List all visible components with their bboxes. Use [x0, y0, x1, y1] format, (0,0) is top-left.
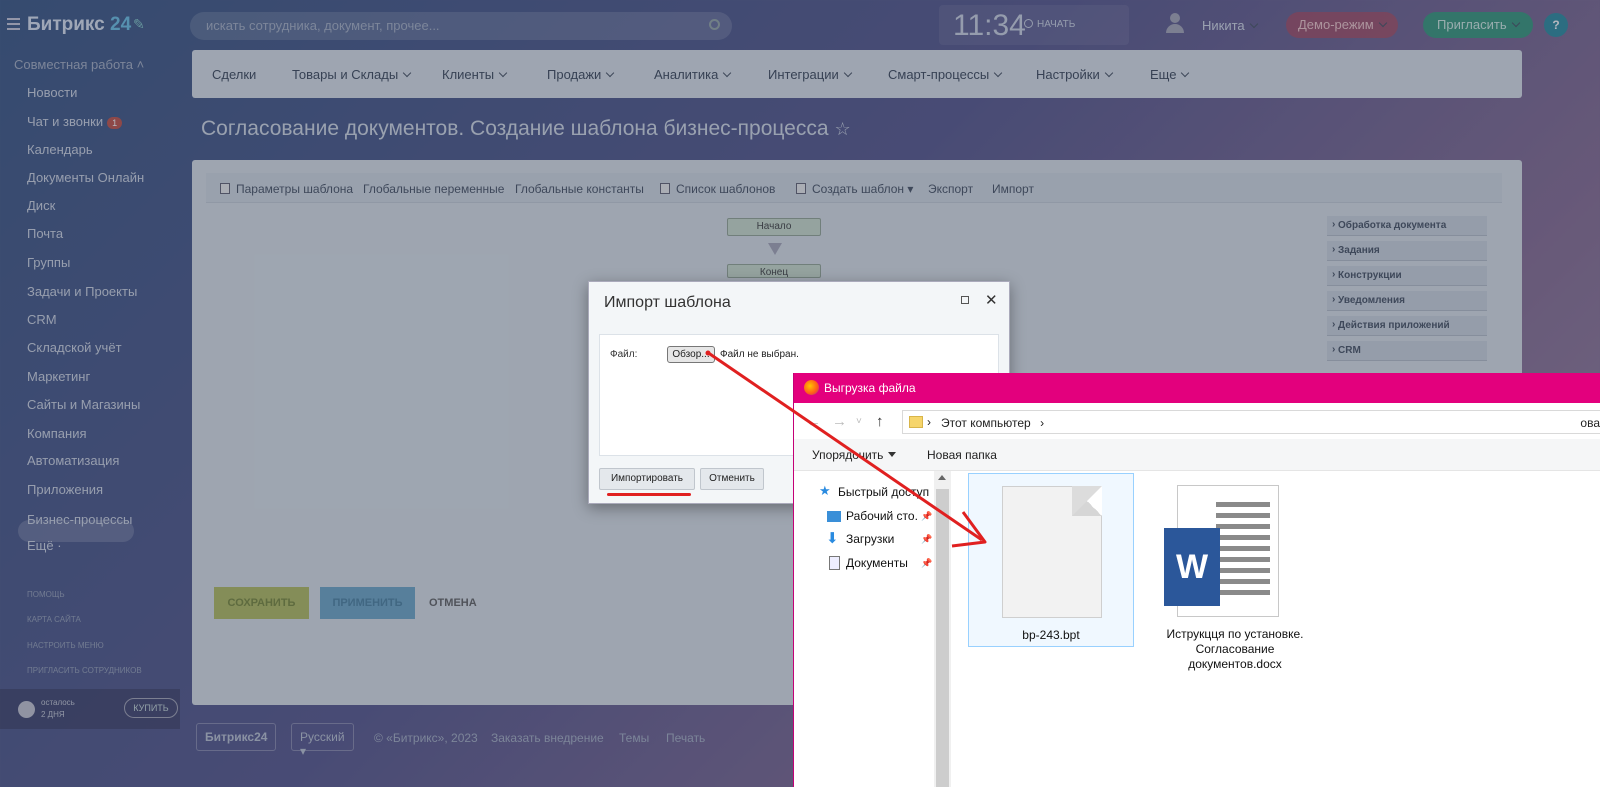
- dropdown-icon: [888, 452, 897, 457]
- window-titlebar: Выгрузка файла: [794, 373, 1600, 403]
- tree-item-documents[interactable]: Документы 📌: [829, 556, 932, 570]
- command-bar: Упорядочить Новая папка: [794, 439, 1600, 471]
- navigation-bar: ← → ˅ ↑ › Этот компьютер › ова: [794, 403, 1600, 439]
- up-arrow-icon[interactable]: ↑: [876, 413, 884, 430]
- file-item-docx[interactable]: W Иструкцця по установке. Согласование д…: [1152, 473, 1318, 673]
- desktop-icon: [827, 511, 841, 522]
- import-submit-button[interactable]: Импортировать: [599, 468, 695, 490]
- back-arrow-icon[interactable]: ←: [806, 413, 821, 430]
- address-bar[interactable]: › Этот компьютер › ова: [902, 410, 1600, 434]
- navigation-pane: ★ Быстрый доступ Рабочий сто. 📌 ⬇ Загруз…: [794, 471, 934, 787]
- search-field-partial[interactable]: ова: [1580, 416, 1600, 430]
- download-arrow-icon: ⬇: [826, 530, 839, 547]
- firefox-icon: [804, 380, 819, 395]
- blank-file-icon: [1002, 486, 1102, 618]
- scroll-up-icon[interactable]: [938, 475, 946, 480]
- dialog-title: Импорт шаблона: [604, 294, 731, 311]
- close-icon[interactable]: ✕: [985, 291, 998, 309]
- documents-icon: [829, 556, 840, 570]
- word-document-icon: W: [1164, 485, 1279, 617]
- tree-item-desktop[interactable]: Рабочий сто. 📌: [827, 509, 932, 523]
- organize-button[interactable]: Упорядочить: [812, 448, 897, 462]
- tree-item-quick-access[interactable]: ★ Быстрый доступ: [819, 483, 929, 499]
- file-name: Иструкцця по установке. Согласование док…: [1166, 627, 1304, 671]
- star-icon: ★: [819, 483, 831, 498]
- window-title: Выгрузка файла: [824, 381, 916, 395]
- pin-icon: 📌: [921, 534, 933, 544]
- pin-icon: 📌: [921, 511, 933, 521]
- folder-icon: [909, 416, 923, 428]
- file-label: Файл:: [610, 349, 638, 360]
- pin-icon: 📌: [921, 558, 933, 568]
- scrollbar-thumb[interactable]: [936, 489, 949, 787]
- no-file-text: Файл не выбран.: [720, 349, 799, 360]
- maximize-icon[interactable]: [961, 296, 969, 304]
- forward-arrow-icon[interactable]: →: [832, 413, 847, 430]
- tree-item-downloads[interactable]: ⬇ Загрузки 📌: [826, 530, 932, 547]
- recent-locations-icon[interactable]: ˅: [856, 416, 862, 427]
- import-cancel-button[interactable]: Отменить: [700, 468, 764, 490]
- browse-button[interactable]: Обзор...: [667, 346, 715, 363]
- tree-scrollbar[interactable]: [934, 471, 951, 787]
- file-item-bpt[interactable]: bp-243.bpt: [968, 473, 1134, 647]
- file-name: bp-243.bpt: [1022, 628, 1080, 642]
- address-path[interactable]: Этот компьютер ›: [941, 416, 1044, 430]
- highlight-underline: [607, 493, 691, 496]
- new-folder-button[interactable]: Новая папка: [927, 448, 997, 462]
- breadcrumb-separator-icon: ›: [927, 415, 931, 429]
- file-upload-window: Выгрузка файла ← → ˅ ↑ › Этот компьютер …: [793, 373, 1600, 787]
